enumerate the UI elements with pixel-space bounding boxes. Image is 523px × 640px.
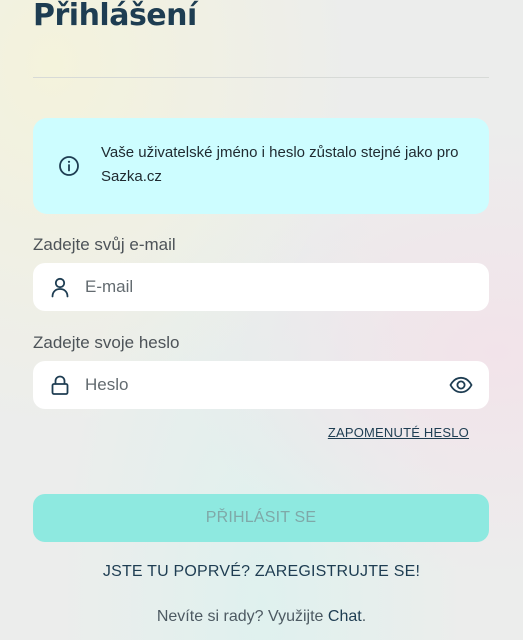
- password-field[interactable]: [85, 361, 425, 409]
- eye-icon[interactable]: [449, 374, 473, 396]
- info-text: Vaše uživatelské jméno i heslo zůstalo s…: [101, 144, 459, 185]
- help-prompt: Nevíte si rady? Využijte: [156, 608, 324, 625]
- user-icon: [51, 277, 69, 298]
- info-icon: [59, 156, 79, 176]
- email-label: Zadejte svůj e-mail: [33, 235, 176, 254]
- email-field-container: [33, 263, 489, 311]
- page-title: Přihlášení: [33, 0, 197, 33]
- forgot-password-link[interactable]: ZAPOMENUTÉ HESLO: [328, 425, 469, 440]
- register-prompt-text: JSTE TU POPRVÉ?: [102, 563, 251, 580]
- email-field[interactable]: [85, 263, 425, 311]
- register-link[interactable]: ZAREGISTRUJTE SE!: [255, 563, 420, 580]
- chat-link[interactable]: Chat: [328, 608, 362, 625]
- lock-icon: [51, 375, 69, 395]
- register-prompt: JSTE TU POPRVÉ? ZAREGISTRUJTE SE!: [0, 563, 523, 581]
- help-suffix: .: [361, 608, 367, 625]
- info-banner: Vaše uživatelské jméno i heslo zůstalo s…: [33, 118, 489, 214]
- password-field-container: [33, 361, 489, 409]
- login-button[interactable]: PŘIHLÁSIT SE: [33, 494, 489, 542]
- title-divider: [33, 77, 489, 78]
- help-text: Nevíte si rady? Využijte Chat.: [0, 608, 523, 626]
- password-label: Zadejte svoje heslo: [33, 333, 180, 352]
